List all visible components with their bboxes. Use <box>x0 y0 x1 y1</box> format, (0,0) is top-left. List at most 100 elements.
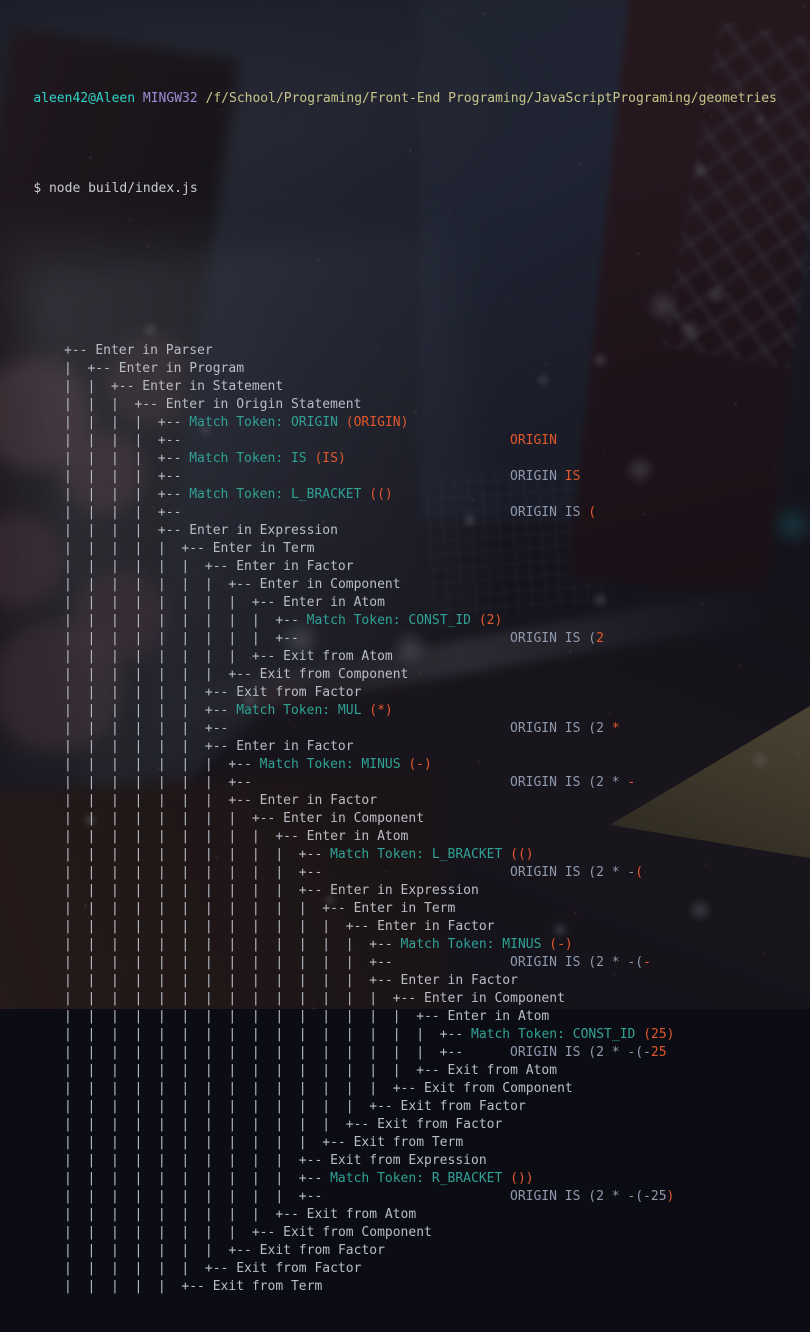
tree-branch-glyphs: | | | | | | | | | | | +-- <box>64 901 354 916</box>
token-stream-consumed: ORIGIN IS (2 * - <box>510 865 635 880</box>
tree-branch-glyphs: | | | | | | +-- <box>64 559 236 574</box>
tree-branch-glyphs: | | | | | | | | | | | | | +-- <box>64 937 401 952</box>
token-stream-column: ORIGIN IS ( <box>510 504 596 522</box>
token-stream-latest: ) <box>667 1189 675 1204</box>
trace-line: | | | | | | | | | | +-- Enter in Express… <box>0 882 810 900</box>
trace-label: Enter in Factor <box>236 559 353 574</box>
command-input[interactable]: node build/index.js <box>49 181 198 196</box>
trace-label: Exit from Term <box>354 1135 464 1150</box>
trace-line: | | | | +-- Match Token: L_BRACKET (() <box>0 486 810 504</box>
token-stream-consumed: ORIGIN <box>510 469 565 484</box>
trace-label: Exit from Expression <box>330 1153 487 1168</box>
token-stream-column: ORIGIN IS (2 * -(- <box>510 954 651 972</box>
trace-line: | | | | | | +--ORIGIN IS (2 * <box>0 720 810 738</box>
tree-branch-glyphs: | | | | | +-- <box>64 1279 213 1294</box>
trace-label: Enter in Component <box>260 577 401 592</box>
trace-label: Enter in Factor <box>236 739 353 754</box>
tree-branch-glyphs: | | | | | | | +-- <box>64 577 260 592</box>
trace-line: | | | | | | | | | | | | | | | +-- Exit f… <box>0 1062 810 1080</box>
tree-branch-glyphs: | | | | | | | | +-- <box>64 811 283 826</box>
command-line[interactable]: $ node build/index.js <box>0 162 810 180</box>
tree-branch-glyphs: | | | | +-- <box>64 505 181 520</box>
terminal-window[interactable]: aleen42@Aleen MINGW32 /f/School/Programi… <box>0 0 810 1009</box>
trace-label: Exit from Factor <box>236 685 361 700</box>
tree-branch-glyphs: | | | | | +-- <box>64 541 213 556</box>
token-stream-consumed: ORIGIN IS <box>510 505 588 520</box>
trace-line: | | | | +-- Match Token: IS (IS) <box>0 450 810 468</box>
trace-label: Enter in Term <box>354 901 456 916</box>
trace-label: Exit from Factor <box>236 1261 361 1276</box>
token-stream-latest: 25 <box>651 1045 667 1060</box>
match-token-label: Match Token: IS <box>189 451 314 466</box>
token-stream-consumed: ORIGIN IS (2 * -( <box>510 955 643 970</box>
tree-branch-glyphs: | | | | | | | | | | | | | | | +-- <box>64 1063 448 1078</box>
match-token-label: Match Token: MUL <box>236 703 369 718</box>
tree-branch-glyphs: | | | | | | | | | | +-- <box>64 847 330 862</box>
matched-token-value: (*) <box>369 703 392 718</box>
prompt-shell-tag: MINGW32 <box>143 91 198 106</box>
trace-line: | | | | +-- Enter in Expression <box>0 522 810 540</box>
prompt-symbol: $ <box>33 181 41 196</box>
tree-branch-glyphs: | | | | | | | | +-- <box>64 649 283 664</box>
trace-line: | | | | | | +-- Enter in Factor <box>0 558 810 576</box>
trace-line: | | | | | | | +-- Enter in Component <box>0 576 810 594</box>
trace-line: | | | | | | | | | | | | | +--ORIGIN IS (… <box>0 954 810 972</box>
trace-line: | | | | | | | | | | +--ORIGIN IS (2 * -(… <box>0 1188 810 1206</box>
tree-branch-glyphs: | | | | | | | +-- <box>64 757 260 772</box>
trace-line: | | | | | | | +--ORIGIN IS (2 * - <box>0 774 810 792</box>
tree-branch-glyphs: | | | | | | | | | | | +-- <box>64 1135 354 1150</box>
token-stream-latest: ORIGIN <box>510 433 557 448</box>
match-token-label: Match Token: CONST_ID <box>307 613 479 628</box>
trace-line: | | | | | | | | | | | | | | +-- Enter in… <box>0 990 810 1008</box>
tree-branch-glyphs: | | | | | | | | | | | | | | +-- <box>64 991 424 1006</box>
trace-label: Enter in Term <box>213 541 315 556</box>
trace-label: Enter in Expression <box>189 523 338 538</box>
matched-token-value: (25) <box>643 1027 674 1042</box>
token-stream-column: ORIGIN IS (2 * -( <box>510 864 643 882</box>
trace-line: | | | +-- Enter in Origin Statement <box>0 396 810 414</box>
token-stream-latest: ( <box>588 505 596 520</box>
trace-label: Exit from Atom <box>448 1063 558 1078</box>
tree-branch-glyphs: | | | | | | | | | | | | | +-- <box>64 973 401 988</box>
tree-branch-glyphs: | | | | | | | +-- <box>64 793 260 808</box>
token-stream-latest: - <box>643 955 651 970</box>
trace-line: | +-- Enter in Program <box>0 360 810 378</box>
trace-line: | | | | | | +-- Enter in Factor <box>0 738 810 756</box>
trace-label: Enter in Expression <box>330 883 479 898</box>
tree-branch-glyphs: | | | | | | | | | | +-- <box>64 883 330 898</box>
prompt-line: aleen42@Aleen MINGW32 /f/School/Programi… <box>0 72 810 90</box>
parser-trace-output: +-- Enter in Parser| +-- Enter in Progra… <box>0 342 810 1296</box>
trace-label: Exit from Atom <box>283 649 393 664</box>
tree-branch-glyphs: | | | | | | | | | +-- <box>64 613 307 628</box>
match-token-label: Match Token: ORIGIN <box>189 415 346 430</box>
trace-label: Exit from Atom <box>307 1207 417 1222</box>
trace-line: | | | | | | | | | | | | | +-- Enter in F… <box>0 972 810 990</box>
trace-line: | | | | | | | | | | | | | | | | +--ORIGI… <box>0 1044 810 1062</box>
token-stream-consumed: ORIGIN IS (2 * -(-25 <box>510 1189 667 1204</box>
prompt-path: /f/School/Programing/Front-End Programin… <box>206 91 777 106</box>
trace-label: Enter in Parser <box>95 343 212 358</box>
tree-branch-glyphs: | | | | +-- <box>64 451 189 466</box>
token-stream-column: ORIGIN <box>510 432 557 450</box>
trace-line: | | | | | | | +-- Enter in Factor <box>0 792 810 810</box>
tree-branch-glyphs: | | | +-- <box>64 397 166 412</box>
trace-label: Exit from Factor <box>377 1117 502 1132</box>
tree-branch-glyphs: | | | | | | | | | +-- <box>64 631 299 646</box>
tree-branch-glyphs: | | | | +-- <box>64 523 189 538</box>
trace-line: | | | | +-- ORIGIN IS ( <box>0 504 810 522</box>
trace-line: | | | | +--ORIGIN <box>0 432 810 450</box>
trace-line: | | | | | | | | | | | +-- Exit from Term <box>0 1134 810 1152</box>
matched-token-value: ()) <box>510 1171 533 1186</box>
token-stream-consumed: ORIGIN IS (2 * -(- <box>510 1045 651 1060</box>
trace-line: | | | | | | | | +-- Enter in Atom <box>0 594 810 612</box>
tree-branch-glyphs: | | | | | | | +-- <box>64 1243 260 1258</box>
tree-branch-glyphs: | | | | | | | | | | | | +-- <box>64 919 377 934</box>
token-stream-latest: ( <box>635 865 643 880</box>
trace-line: | | | | | | | | | | | | | +-- Match Toke… <box>0 936 810 954</box>
trace-label: Enter in Atom <box>448 1009 550 1024</box>
tree-branch-glyphs: | | | | | | +-- <box>64 721 228 736</box>
trace-label: Enter in Origin Statement <box>166 397 362 412</box>
trace-line: | | | | | | | | | +--ORIGIN IS (2 <box>0 630 810 648</box>
match-token-label: Match Token: CONST_ID <box>471 1027 643 1042</box>
trace-line: | | | | | | | | | +-- Match Token: CONST… <box>0 612 810 630</box>
